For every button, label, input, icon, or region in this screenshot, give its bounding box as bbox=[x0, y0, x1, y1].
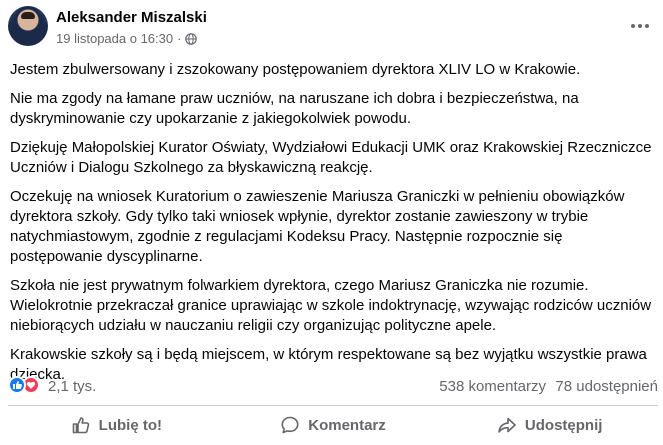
reaction-count[interactable]: 2,1 tys. bbox=[48, 378, 96, 395]
post-paragraph: Nie ma zgody na łamane praw uczniów, na … bbox=[10, 90, 579, 127]
divider bbox=[8, 405, 658, 406]
post-text: Jestem zbulwersowany i zszokowany postęp… bbox=[10, 60, 655, 394]
dot-icon bbox=[638, 24, 642, 28]
reaction-icons[interactable] bbox=[8, 376, 40, 394]
post-paragraph: Jestem zbulwersowany i zszokowany postęp… bbox=[10, 61, 581, 78]
post-paragraph: Oczekuję na wniosek Kuratorium o zawiesz… bbox=[10, 188, 625, 265]
like-reaction-icon bbox=[8, 376, 26, 394]
globe-icon[interactable] bbox=[185, 32, 198, 45]
post-meta: 19 listopada o 16:30 · bbox=[56, 31, 198, 46]
comments-count[interactable]: 538 komentarzy bbox=[439, 378, 546, 395]
post-paragraph: Dziękuję Małopolskiej Kurator Oświaty, W… bbox=[10, 139, 652, 176]
avatar[interactable] bbox=[8, 6, 48, 46]
author-name[interactable]: Aleksander Miszalski bbox=[56, 9, 207, 26]
dot-icon bbox=[645, 24, 649, 28]
avatar-hair bbox=[21, 12, 35, 19]
comment-icon bbox=[281, 416, 299, 434]
comment-button[interactable]: Komentarz bbox=[225, 408, 442, 442]
post-timestamp[interactable]: 19 listopada o 16:30 bbox=[56, 31, 173, 46]
like-label: Lubię to! bbox=[98, 416, 162, 434]
post-header: Aleksander Miszalski 19 listopada o 16:3… bbox=[8, 6, 658, 56]
meta-separator: · bbox=[177, 31, 182, 46]
share-label: Udostępnij bbox=[524, 416, 603, 434]
like-button[interactable]: Lubię to! bbox=[8, 408, 225, 442]
post-paragraph: Szkoła nie jest prywatnym folwarkiem dyr… bbox=[10, 277, 652, 334]
share-icon bbox=[498, 417, 516, 433]
thumbs-up-icon bbox=[72, 417, 89, 434]
comment-label: Komentarz bbox=[308, 416, 386, 434]
dot-icon bbox=[631, 24, 635, 28]
post-actions: Lubię to! Komentarz Udostępnij bbox=[8, 408, 658, 442]
shares-count[interactable]: 78 udostępnień bbox=[555, 378, 658, 395]
more-options-button[interactable] bbox=[626, 12, 654, 40]
reactions-summary: 2,1 tys. 538 komentarzy 78 udostępnień bbox=[8, 374, 658, 398]
share-button[interactable]: Udostępnij bbox=[441, 408, 658, 442]
